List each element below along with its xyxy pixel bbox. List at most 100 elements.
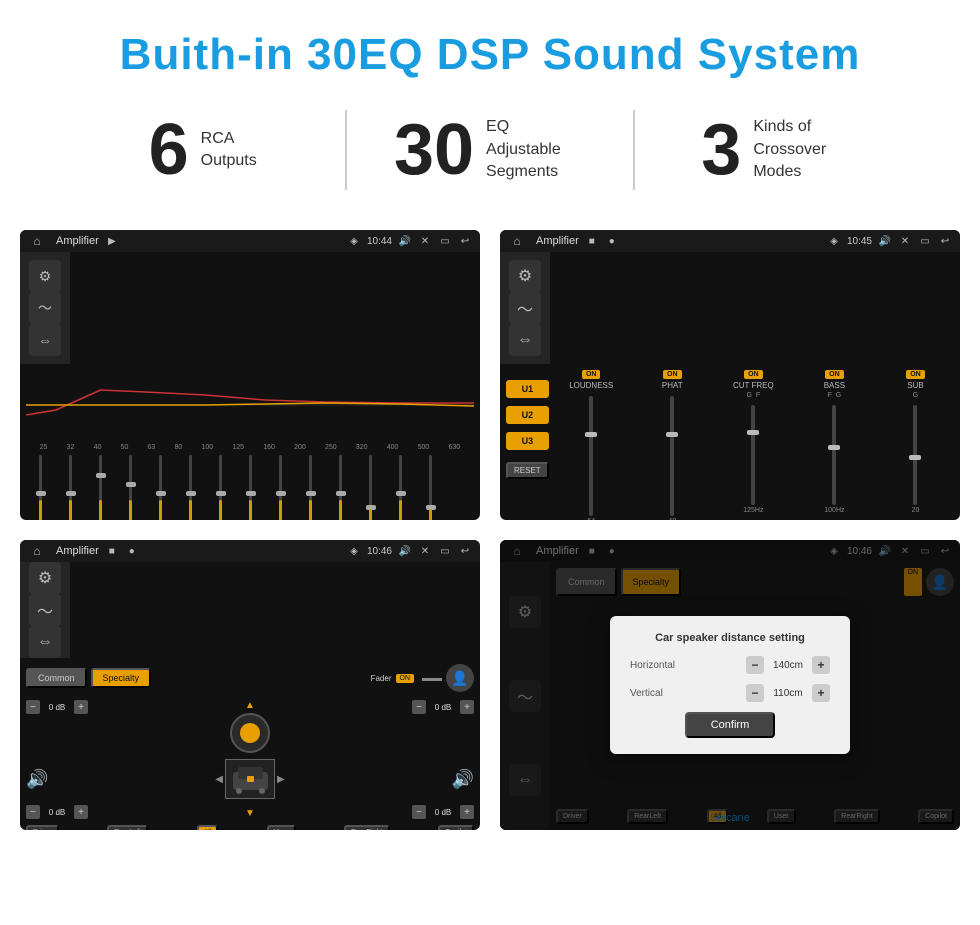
sub-g: G bbox=[913, 392, 918, 399]
eq-slider-2[interactable]: 0 bbox=[86, 455, 114, 520]
amp-reset-btn[interactable]: RESET bbox=[506, 462, 549, 479]
phat-slider[interactable] bbox=[670, 396, 674, 516]
eq-slider-0[interactable]: 0 bbox=[26, 455, 54, 520]
horizontal-row: Horizontal − 140cm + bbox=[630, 656, 830, 674]
u1-button[interactable]: U1 bbox=[506, 380, 549, 398]
freq-250: 250 bbox=[325, 444, 337, 451]
vol-ctrl-bl: − 0 dB + bbox=[26, 805, 88, 819]
eq-slider-1[interactable]: 0 bbox=[56, 455, 84, 520]
loudness-label: LOUDNESS bbox=[569, 381, 613, 390]
amp-settings-icon[interactable]: ⚙ bbox=[509, 260, 541, 292]
horizontal-minus-btn[interactable]: − bbox=[746, 656, 764, 674]
eq-settings-icon[interactable]: ⚙ bbox=[29, 260, 61, 292]
eq-time: 10:44 bbox=[367, 236, 392, 247]
vol-minus-tr[interactable]: − bbox=[412, 700, 426, 714]
eq-slider-6[interactable]: 0 bbox=[206, 455, 234, 520]
u2-button[interactable]: U2 bbox=[506, 406, 549, 424]
driver-btn[interactable]: Driver bbox=[26, 825, 59, 830]
all-btn[interactable]: All bbox=[197, 825, 219, 830]
eq-screen: ⌂ Amplifier ▶ ◈ 10:44 🔊 ✕ ▭ ↩ ⚙ 〜 ⇔ bbox=[20, 230, 480, 520]
rearleft-btn[interactable]: RearLeft bbox=[107, 825, 148, 830]
u3-button[interactable]: U3 bbox=[506, 432, 549, 450]
bass-channel: ON BASS F G 100Hz bbox=[796, 370, 873, 520]
amp-back-icon[interactable]: ↩ bbox=[938, 234, 952, 248]
vol-val-tl: 0 dB bbox=[43, 703, 71, 712]
rearright-btn[interactable]: RearRight bbox=[344, 825, 390, 830]
amp-home-icon[interactable]: ⌂ bbox=[508, 232, 526, 250]
eq-slider-9[interactable]: 0 bbox=[296, 455, 324, 520]
eq-minimize-icon: ▭ bbox=[438, 234, 452, 248]
vol-minus-bl[interactable]: − bbox=[26, 805, 40, 819]
vol-minus-tl[interactable]: − bbox=[26, 700, 40, 714]
user-avatar-icon[interactable]: 👤 bbox=[446, 664, 474, 692]
eq-slider-12[interactable]: 0 bbox=[386, 455, 414, 520]
eq-slider-3[interactable]: 5 bbox=[116, 455, 144, 520]
common-left-panel: ⚙ 〜 ⇔ bbox=[20, 562, 70, 658]
amp-arrows-icon[interactable]: ⇔ bbox=[509, 324, 541, 356]
fader-down-area: ▼ bbox=[245, 808, 255, 819]
eq-wave-icon[interactable]: 〜 bbox=[29, 292, 61, 324]
vol-minus-br[interactable]: − bbox=[412, 805, 426, 819]
common-location-icon: ◈ bbox=[347, 544, 361, 558]
horizontal-value: 140cm bbox=[768, 660, 808, 671]
loudness-slider[interactable] bbox=[589, 396, 593, 516]
speaker-fr-icon: 🔊 bbox=[452, 769, 474, 790]
common-arrows-icon[interactable]: ⇔ bbox=[29, 626, 61, 658]
fader-left-arrow[interactable]: ◀ bbox=[215, 774, 223, 785]
vol-plus-bl[interactable]: + bbox=[74, 805, 88, 819]
eq-home-icon[interactable]: ⌂ bbox=[28, 232, 46, 250]
bass-label: BASS bbox=[824, 381, 845, 390]
common-back-icon[interactable]: ↩ bbox=[458, 544, 472, 558]
eq-slider-4[interactable]: 0 bbox=[146, 455, 174, 520]
sub-slider[interactable] bbox=[913, 405, 917, 505]
eq-slider-11[interactable]: -1 bbox=[356, 455, 384, 520]
freq-25: 25 bbox=[40, 444, 48, 451]
eq-slider-5[interactable]: 0 bbox=[176, 455, 204, 520]
fader-right-arrow[interactable]: ▶ bbox=[277, 774, 285, 785]
fader-left-right: ◀ ▶ bbox=[215, 759, 284, 799]
horizontal-plus-btn[interactable]: + bbox=[812, 656, 830, 674]
eq-slider-7[interactable]: 0 bbox=[236, 455, 264, 520]
eq-slider-13[interactable]: -1 bbox=[416, 455, 444, 520]
vol-ctrl-tl: − 0 dB + bbox=[26, 700, 88, 714]
dialog-box: Car speaker distance setting Horizontal … bbox=[610, 616, 850, 754]
top-row: − 0 dB + ▲ − 0 dB bbox=[26, 700, 474, 753]
vol-plus-tl[interactable]: + bbox=[74, 700, 88, 714]
fader-circle[interactable] bbox=[230, 713, 270, 753]
copilot-btn[interactable]: Copilot bbox=[438, 825, 474, 830]
car-diagram bbox=[225, 759, 275, 799]
phat-val: 48 bbox=[668, 518, 676, 520]
sub-val: 20 bbox=[912, 507, 920, 514]
freq-50: 50 bbox=[121, 444, 129, 451]
freq-80: 80 bbox=[175, 444, 183, 451]
stat-rca-desc: RCAOutputs bbox=[201, 128, 257, 173]
eq-slider-10[interactable]: 0 bbox=[326, 455, 354, 520]
common-tabs-row: Common Specialty Fader ON ▬▬ 👤 bbox=[26, 664, 474, 692]
specialty-tab-btn[interactable]: Specialty bbox=[91, 668, 152, 688]
cutfreq-slider[interactable] bbox=[751, 405, 755, 505]
common-body: ⚙ 〜 ⇔ Common Specialty Fader ON ▬▬ 👤 bbox=[20, 562, 480, 830]
eq-arrows-icon[interactable]: ⇔ bbox=[29, 324, 61, 356]
screenshots-grid: ⌂ Amplifier ▶ ◈ 10:44 🔊 ✕ ▭ ↩ ⚙ 〜 ⇔ bbox=[0, 220, 980, 850]
confirm-button[interactable]: Confirm bbox=[685, 712, 776, 738]
fader-down-arrow[interactable]: ▼ bbox=[245, 808, 255, 819]
vertical-label: Vertical bbox=[630, 688, 663, 699]
common-tab-btn[interactable]: Common bbox=[26, 668, 87, 688]
common-wave-icon[interactable]: 〜 bbox=[29, 594, 61, 626]
common-home-icon[interactable]: ⌂ bbox=[28, 542, 46, 560]
user-btn[interactable]: User bbox=[267, 825, 296, 830]
vertical-ctrl: − 110cm + bbox=[746, 684, 830, 702]
vol-plus-tr[interactable]: + bbox=[460, 700, 474, 714]
vol-val-br: 0 dB bbox=[429, 808, 457, 817]
vol-plus-br[interactable]: + bbox=[460, 805, 474, 819]
eq-slider-8[interactable]: 0 bbox=[266, 455, 294, 520]
common-status-bar: ⌂ Amplifier ■ ● ◈ 10:46 🔊 ✕ ▭ ↩ bbox=[20, 540, 480, 562]
vertical-plus-btn[interactable]: + bbox=[812, 684, 830, 702]
amp-wave-icon[interactable]: 〜 bbox=[509, 292, 541, 324]
vertical-minus-btn[interactable]: − bbox=[746, 684, 764, 702]
eq-body: ⚙ 〜 ⇔ 25 32 40 50 bbox=[20, 252, 480, 520]
fader-up-arrow[interactable]: ▲ bbox=[245, 700, 255, 711]
eq-back-icon[interactable]: ↩ bbox=[458, 234, 472, 248]
common-settings-icon[interactable]: ⚙ bbox=[29, 562, 61, 594]
bass-slider[interactable] bbox=[832, 405, 836, 505]
